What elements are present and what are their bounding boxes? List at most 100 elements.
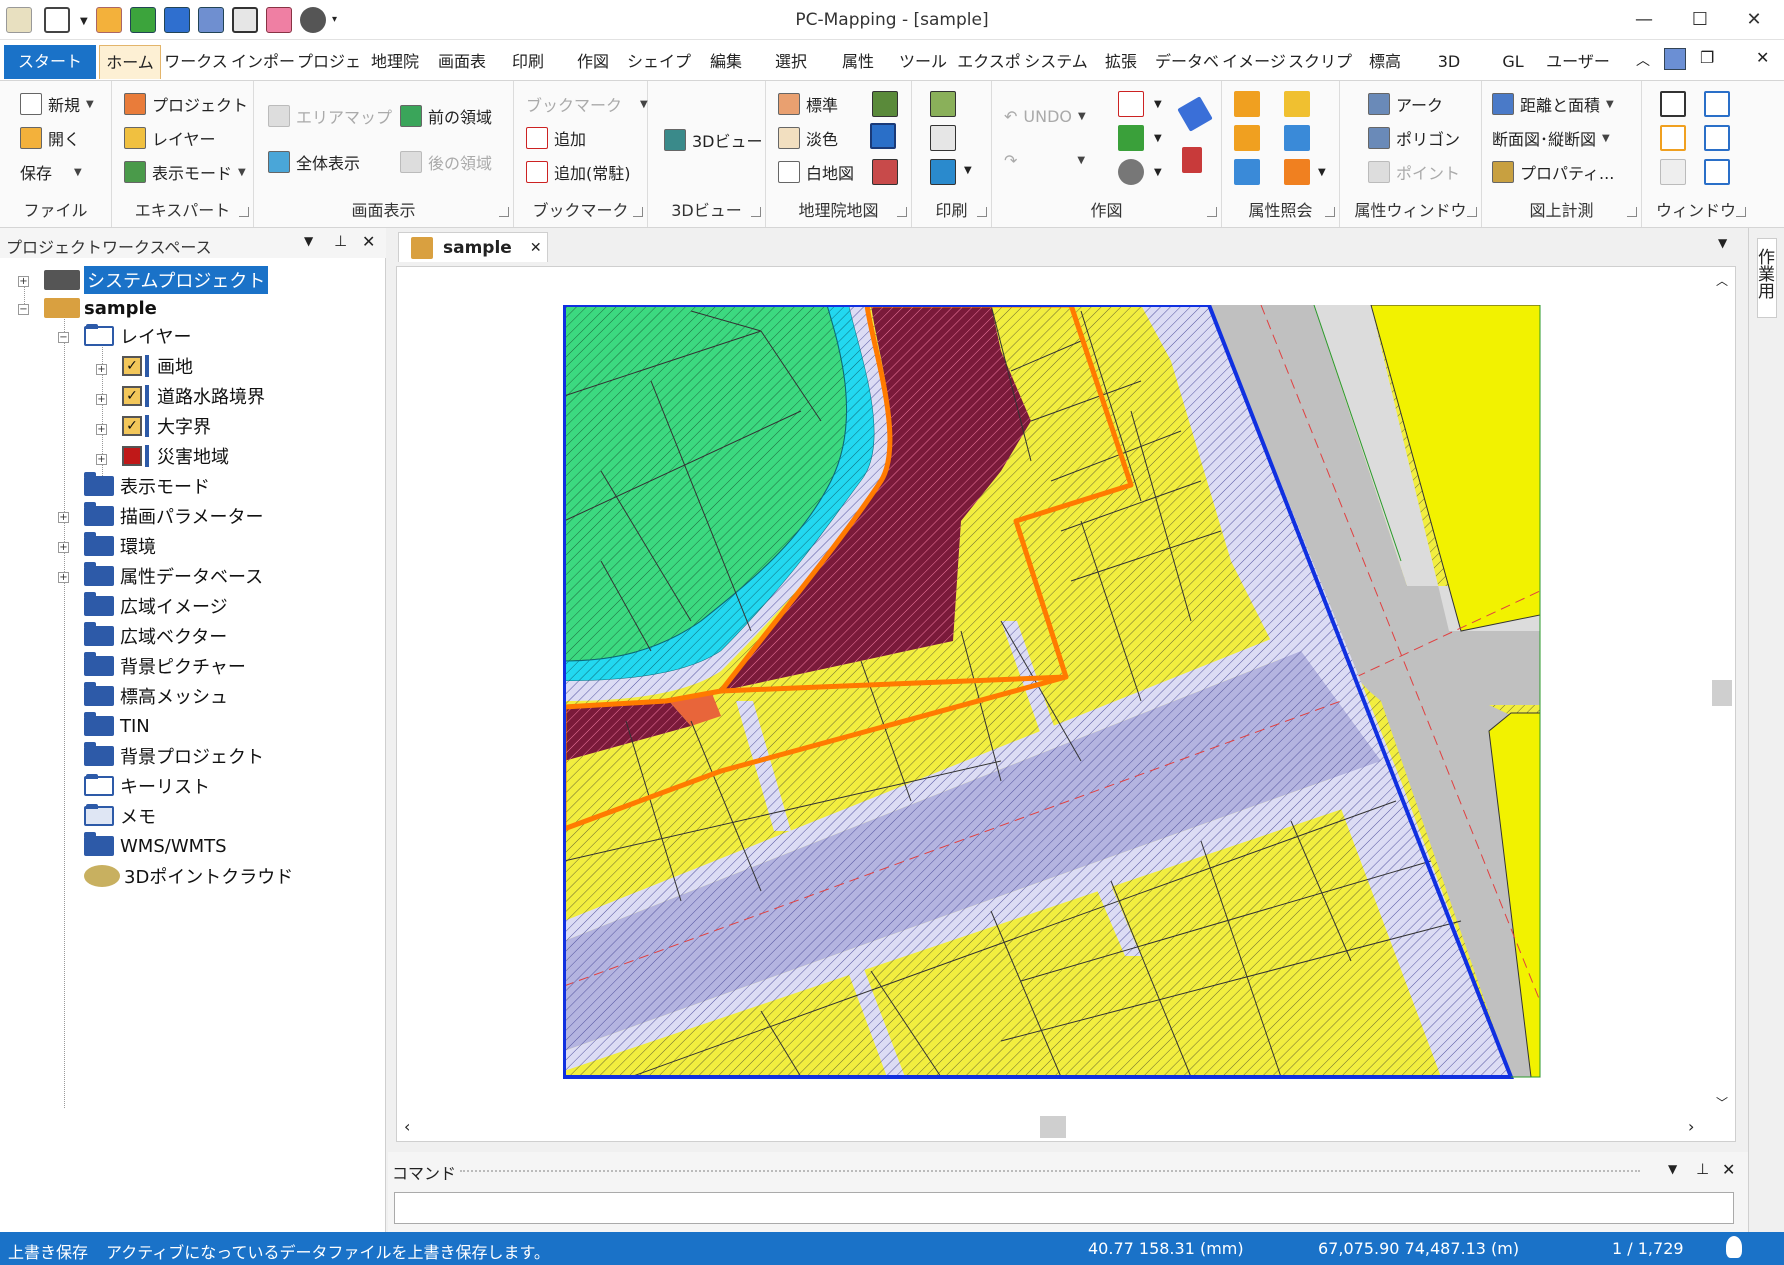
map-canvas[interactable] — [397, 267, 1741, 1119]
collapse-ribbon-icon[interactable]: ︿ — [1636, 50, 1650, 70]
project-button[interactable]: プロジェクト — [124, 89, 248, 119]
pen-green-icon[interactable] — [1118, 125, 1144, 151]
lightbulb-icon[interactable] — [1726, 1236, 1742, 1258]
tab-shape[interactable]: シェイプ — [626, 45, 692, 79]
scroll-left-icon[interactable]: ‹ — [404, 1117, 410, 1136]
node-icon[interactable] — [1118, 159, 1144, 185]
prev-area-button[interactable]: 前の領域 — [400, 101, 492, 131]
tab-tool[interactable]: ツール — [892, 45, 954, 79]
map-view[interactable] — [396, 266, 1741, 1142]
close-doc-icon[interactable]: ✕ — [1756, 48, 1769, 67]
group-launcher-icon[interactable] — [633, 207, 643, 217]
tab-import[interactable]: インポー — [230, 45, 296, 79]
tab-export[interactable]: エクスポ — [956, 45, 1022, 79]
new-button[interactable]: 新規 ▼ — [20, 89, 94, 119]
point-flag-icon[interactable] — [1284, 91, 1310, 117]
print-zoom-icon[interactable] — [930, 125, 956, 151]
chevron-down-icon[interactable]: ▼ — [1154, 133, 1162, 144]
chevron-down-icon[interactable]: ▼ — [1154, 99, 1162, 110]
tree-item-draw-params[interactable]: 描画パラメーター — [84, 502, 263, 530]
group-launcher-icon[interactable] — [1325, 207, 1335, 217]
tile-window-icon[interactable] — [1660, 125, 1686, 151]
group-launcher-icon[interactable] — [1736, 207, 1746, 217]
scroll-up-icon[interactable]: ︿ — [1716, 272, 1728, 289]
tab-image[interactable]: イメージ — [1222, 45, 1286, 79]
tree-item-wms[interactable]: WMS/WMTS — [84, 832, 227, 860]
redo-button[interactable]: ↷ ▼ — [1004, 145, 1085, 175]
section-button[interactable]: 断面図･縦断図 ▼ — [1492, 123, 1610, 153]
flag-icon[interactable] — [1234, 91, 1260, 117]
tree-item-attr-db[interactable]: 属性データベース — [84, 562, 263, 590]
area-map-button[interactable]: エリアマップ — [268, 101, 392, 131]
stack-window-icon[interactable] — [1704, 91, 1730, 117]
user-icon[interactable] — [1664, 48, 1686, 70]
close-icon[interactable]: ✕ — [362, 232, 375, 251]
expand-toggle[interactable]: + — [96, 394, 107, 405]
tab-screen[interactable]: 画面表 — [429, 45, 495, 79]
group-launcher-icon[interactable] — [1207, 207, 1217, 217]
tab-home[interactable]: ホーム — [99, 45, 161, 79]
tab-system[interactable]: システム — [1023, 45, 1089, 79]
tree-item-point-cloud[interactable]: 3Dポイントクラウド — [84, 862, 293, 890]
add-bookmark-button[interactable]: 追加 — [526, 123, 586, 153]
save-button[interactable]: 保存 ▼ — [20, 157, 82, 187]
polygon-flag-icon[interactable] — [1234, 159, 1260, 185]
vertical-split-icon[interactable] — [1704, 159, 1730, 185]
tree-item-road-boundary[interactable]: ✓ 道路水路境界 — [122, 382, 265, 410]
expand-toggle[interactable]: + — [96, 364, 107, 375]
restore-doc-icon[interactable]: ❐ — [1700, 48, 1714, 67]
tab-3d[interactable]: 3D — [1418, 45, 1480, 79]
vertical-scrollbar[interactable]: ︿ ﹀ — [1710, 268, 1734, 1116]
checkbox-checked-icon[interactable]: ✓ — [122, 386, 142, 406]
scroll-thumb[interactable] — [1712, 680, 1732, 706]
group-launcher-icon[interactable] — [977, 207, 987, 217]
photo-map-icon[interactable] — [872, 159, 898, 185]
arrange-window-icon[interactable] — [1660, 159, 1686, 185]
tab-project[interactable]: プロジェ — [297, 45, 361, 79]
gsi-pale-button[interactable]: 淡色 — [778, 123, 838, 153]
horizontal-split-icon[interactable] — [1704, 125, 1730, 151]
close-icon[interactable]: ✕ — [1722, 1160, 1735, 1179]
tree-item-wide-vector[interactable]: 広域ベクター — [84, 622, 227, 650]
tab-script[interactable]: スクリプ — [1288, 45, 1352, 79]
arc-attr-button[interactable]: アーク — [1368, 89, 1443, 119]
tree-item-keylist[interactable]: キーリスト — [84, 772, 210, 800]
cascade-window-icon[interactable] — [1660, 91, 1686, 117]
expand-toggle[interactable]: + — [58, 542, 69, 553]
tree-item-memo[interactable]: メモ — [84, 802, 156, 830]
chevron-down-icon[interactable]: ▼ — [1718, 236, 1727, 250]
checkbox-checked-icon[interactable]: ✓ — [122, 416, 142, 436]
pin-icon[interactable]: ⊥ — [334, 232, 347, 250]
chevron-down-icon[interactable]: ▼ — [1154, 167, 1162, 178]
tree-item-bg-picture[interactable]: 背景ピクチャー — [84, 652, 246, 680]
open-button[interactable]: 開く — [20, 123, 80, 153]
checkbox-red-icon[interactable] — [122, 446, 142, 466]
group-launcher-icon[interactable] — [1467, 207, 1477, 217]
pen-red-icon[interactable] — [1182, 147, 1202, 173]
flag-node-icon[interactable] — [1234, 125, 1260, 151]
tab-database[interactable]: データベ — [1154, 45, 1220, 79]
tree-item-sample[interactable]: sample — [44, 294, 157, 322]
command-input[interactable] — [394, 1192, 1734, 1224]
full-view-button[interactable]: 全体表示 — [268, 147, 360, 177]
bookmark-dropdown[interactable]: ブックマーク ▼ — [526, 89, 648, 119]
tree-item-bg-project[interactable]: 背景プロジェクト — [84, 742, 264, 770]
checkbox-checked-icon[interactable]: ✓ — [122, 356, 142, 376]
tree-item-district[interactable]: ✓ 大字界 — [122, 412, 211, 440]
tab-gl[interactable]: GL — [1482, 45, 1544, 79]
multi-flag-icon[interactable] — [1284, 159, 1310, 185]
close-tab-icon[interactable]: ✕ — [530, 240, 542, 256]
tree-item-parcel[interactable]: ✓ 画地 — [122, 352, 193, 380]
distance-area-button[interactable]: 距離と面積 ▼ — [1492, 89, 1614, 119]
scroll-thumb[interactable] — [1040, 1116, 1066, 1138]
tab-workspace[interactable]: ワークス — [163, 45, 229, 79]
tree-item-disaster-area[interactable]: 災害地域 — [122, 442, 229, 470]
tab-extension[interactable]: 拡張 — [1090, 45, 1152, 79]
3d-view-button[interactable]: 3Dビュー — [664, 125, 763, 155]
collapse-toggle[interactable]: − — [18, 304, 29, 315]
delete-x-icon[interactable] — [1118, 91, 1144, 117]
chevron-down-icon[interactable]: ▼ — [1318, 167, 1326, 178]
pin-icon[interactable]: ⊥ — [1696, 1160, 1709, 1178]
tree-item-display-mode[interactable]: 表示モード — [84, 472, 210, 500]
tab-elevation[interactable]: 標高 — [1354, 45, 1416, 79]
